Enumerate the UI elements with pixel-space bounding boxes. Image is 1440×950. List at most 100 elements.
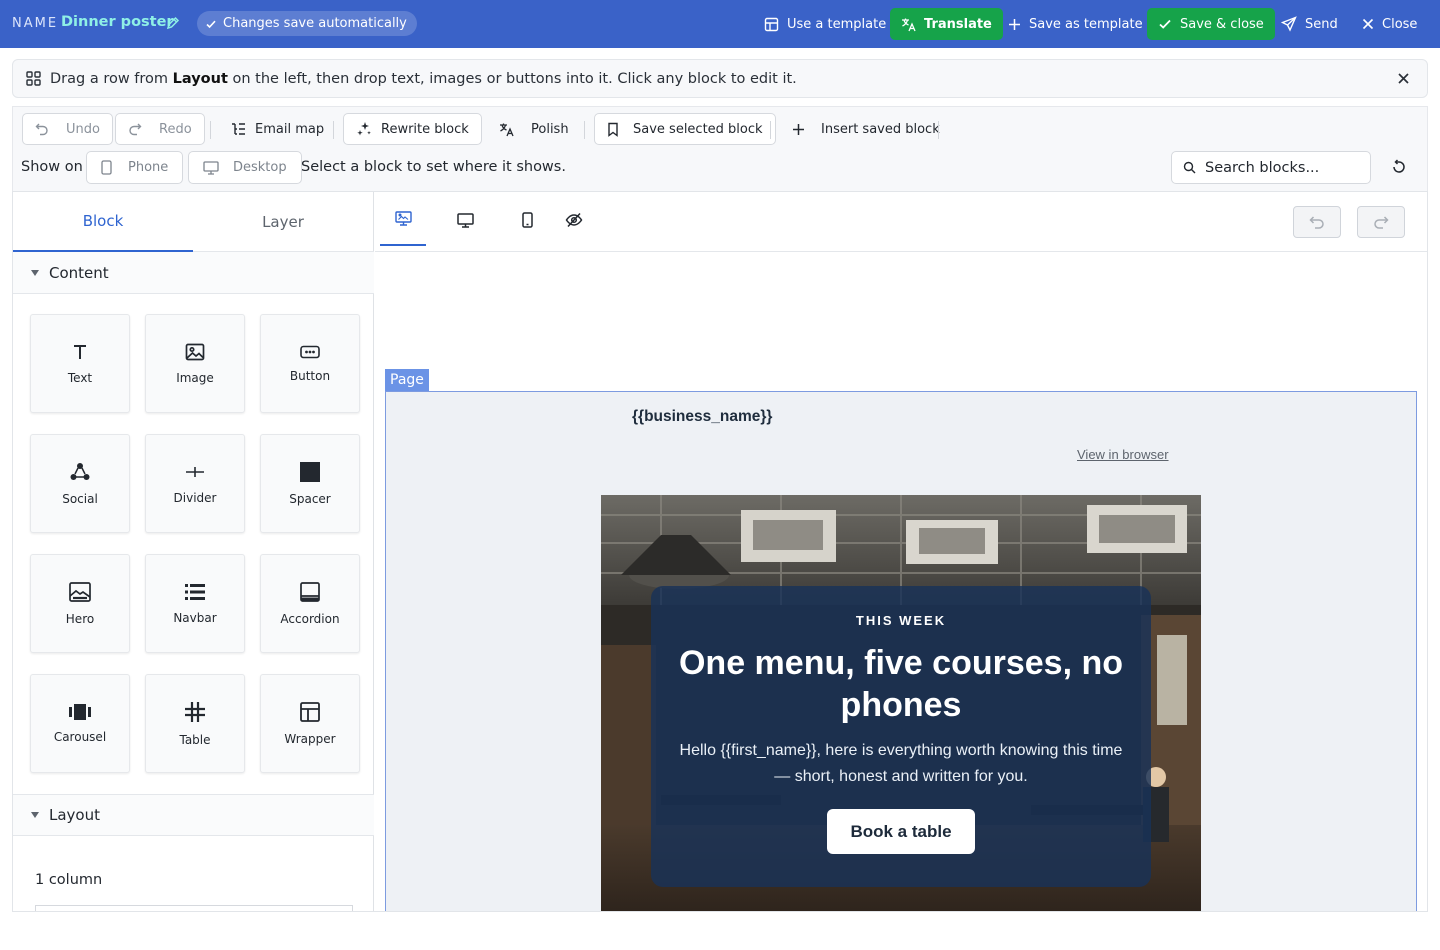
wrapper-icon (300, 701, 320, 722)
send-label: Send (1305, 16, 1338, 32)
send-button[interactable]: Send (1270, 8, 1349, 40)
monitor-icon (456, 212, 474, 228)
close-label: Close (1382, 16, 1418, 32)
block-tile-spacer[interactable]: Spacer (260, 434, 360, 533)
sparkles-icon (356, 121, 372, 137)
tab-desktop[interactable] (442, 192, 488, 248)
business-name[interactable]: {{business_name}} (632, 408, 772, 426)
eye-off-icon (565, 212, 583, 228)
polish-button[interactable]: Polish (487, 113, 581, 145)
show-on-desktop-button[interactable]: Desktop (188, 151, 302, 184)
block-tile-social[interactable]: Social (30, 434, 130, 533)
toolbar-divider (210, 121, 211, 139)
pencil-icon[interactable] (166, 16, 180, 30)
tab-block[interactable]: Block (13, 192, 193, 252)
phone-icon (101, 160, 112, 175)
toolbar-divider (584, 121, 585, 139)
search-blocks-input[interactable]: Search blocks... (1171, 151, 1371, 184)
show-on-phone-button[interactable]: Phone (86, 151, 184, 184)
block-label: Table (179, 732, 211, 747)
refresh-icon[interactable] (1391, 159, 1407, 175)
layout-section-header[interactable]: Layout (13, 794, 374, 836)
plus-icon (792, 123, 805, 136)
tab-layer[interactable]: Layer (193, 192, 373, 252)
translate-label: Translate (924, 16, 992, 32)
carousel-icon (69, 703, 91, 720)
block-tile-image[interactable]: Image (145, 314, 245, 413)
translate-icon (499, 122, 514, 137)
caret-down-icon (30, 269, 40, 277)
block-tile-wrapper[interactable]: Wrapper (260, 674, 360, 773)
email-canvas: Page {{business_name}} View in browser T… (375, 192, 1427, 911)
top-bar: NAME Dinner poster Changes save automati… (0, 0, 1440, 48)
block-tile-accordion[interactable]: Accordion (260, 554, 360, 653)
undo-icon (35, 122, 49, 136)
book-table-button[interactable]: Book a table (827, 809, 975, 854)
layout-option-label: 1 column (35, 872, 103, 888)
document-name[interactable]: Dinner poster (61, 14, 174, 30)
rewrite-block-button[interactable]: Rewrite block (343, 113, 482, 145)
email-map-button[interactable]: Email map (219, 113, 336, 145)
blocks-sidebar: Block Layer Content Text Image Button So… (13, 192, 374, 911)
send-icon (1281, 16, 1297, 32)
text-icon (71, 343, 89, 361)
hero-eyebrow: THIS WEEK (855, 613, 947, 628)
save-selected-block-button[interactable]: Save selected block (594, 113, 776, 145)
image-icon (185, 343, 205, 361)
block-tile-hero[interactable]: Hero (30, 554, 130, 653)
undo-button[interactable]: Undo (22, 113, 113, 145)
layout-option-one-column[interactable] (35, 905, 353, 911)
rewrite-block-label: Rewrite block (381, 121, 469, 137)
autosave-text: Changes save automatically (223, 16, 407, 31)
canvas-redo-button[interactable] (1357, 206, 1405, 238)
block-tile-divider[interactable]: Divider (145, 434, 245, 533)
hero-body-text[interactable]: Hello {{first_name}}, here is everything… (671, 738, 1131, 790)
social-icon (70, 462, 90, 482)
insert-saved-block-label: Insert saved block (821, 121, 940, 137)
redo-icon (128, 122, 142, 136)
block-tile-carousel[interactable]: Carousel (30, 674, 130, 773)
block-tile-navbar[interactable]: Navbar (145, 554, 245, 653)
tab-mobile[interactable] (504, 192, 550, 248)
block-label: Social (62, 491, 98, 506)
block-label: Wrapper (284, 731, 336, 746)
use-template-button[interactable]: Use a template (753, 8, 897, 40)
tab-desktop-preview[interactable] (380, 192, 426, 246)
list-tree-icon (231, 122, 246, 136)
save-as-template-button[interactable]: Save as template (997, 8, 1154, 40)
hero-headline[interactable]: One menu, five courses, no phones (661, 642, 1141, 726)
search-icon (1183, 161, 1196, 174)
editor-toolbar: Undo Redo Email map Rewrite block Polish… (12, 106, 1428, 191)
hero-block[interactable]: THIS WEEK One menu, five courses, no pho… (601, 495, 1201, 911)
save-as-template-label: Save as template (1029, 16, 1143, 32)
check-icon (1158, 17, 1172, 31)
info-text: Drag a row from Layout on the left, then… (50, 70, 797, 87)
tab-hidden-blocks[interactable] (551, 192, 597, 248)
view-in-browser-link[interactable]: View in browser (1077, 447, 1169, 462)
translate-button[interactable]: Translate (890, 8, 1003, 40)
view-mode-tabs (375, 192, 1427, 252)
block-tile-button[interactable]: Button (260, 314, 360, 413)
email-page[interactable]: {{business_name}} View in browser THIS W… (385, 391, 1417, 911)
undo-label: Undo (66, 121, 100, 137)
content-section-header[interactable]: Content (13, 252, 374, 294)
hero-overlay-card: THIS WEEK One menu, five courses, no pho… (651, 586, 1151, 887)
template-icon (764, 17, 779, 32)
block-tile-text[interactable]: Text (30, 314, 130, 413)
redo-button[interactable]: Redo (115, 113, 205, 145)
insert-saved-block-button[interactable]: Insert saved block (780, 113, 952, 145)
save-close-label: Save & close (1180, 16, 1264, 32)
close-button[interactable]: Close (1351, 8, 1428, 40)
phone-label: Phone (128, 160, 169, 175)
autosave-badge: Changes save automatically (197, 11, 417, 36)
block-label: Hero (65, 611, 95, 626)
search-placeholder: Search blocks... (1205, 159, 1320, 176)
save-close-button[interactable]: Save & close (1147, 8, 1275, 40)
canvas-undo-button[interactable] (1293, 206, 1341, 238)
dismiss-icon[interactable] (1397, 72, 1410, 85)
bookmark-icon (607, 122, 619, 137)
block-label: Text (67, 370, 93, 385)
block-tile-table[interactable]: Table (145, 674, 245, 773)
caret-down-icon (30, 811, 40, 819)
save-selected-block-label: Save selected block (633, 121, 763, 137)
